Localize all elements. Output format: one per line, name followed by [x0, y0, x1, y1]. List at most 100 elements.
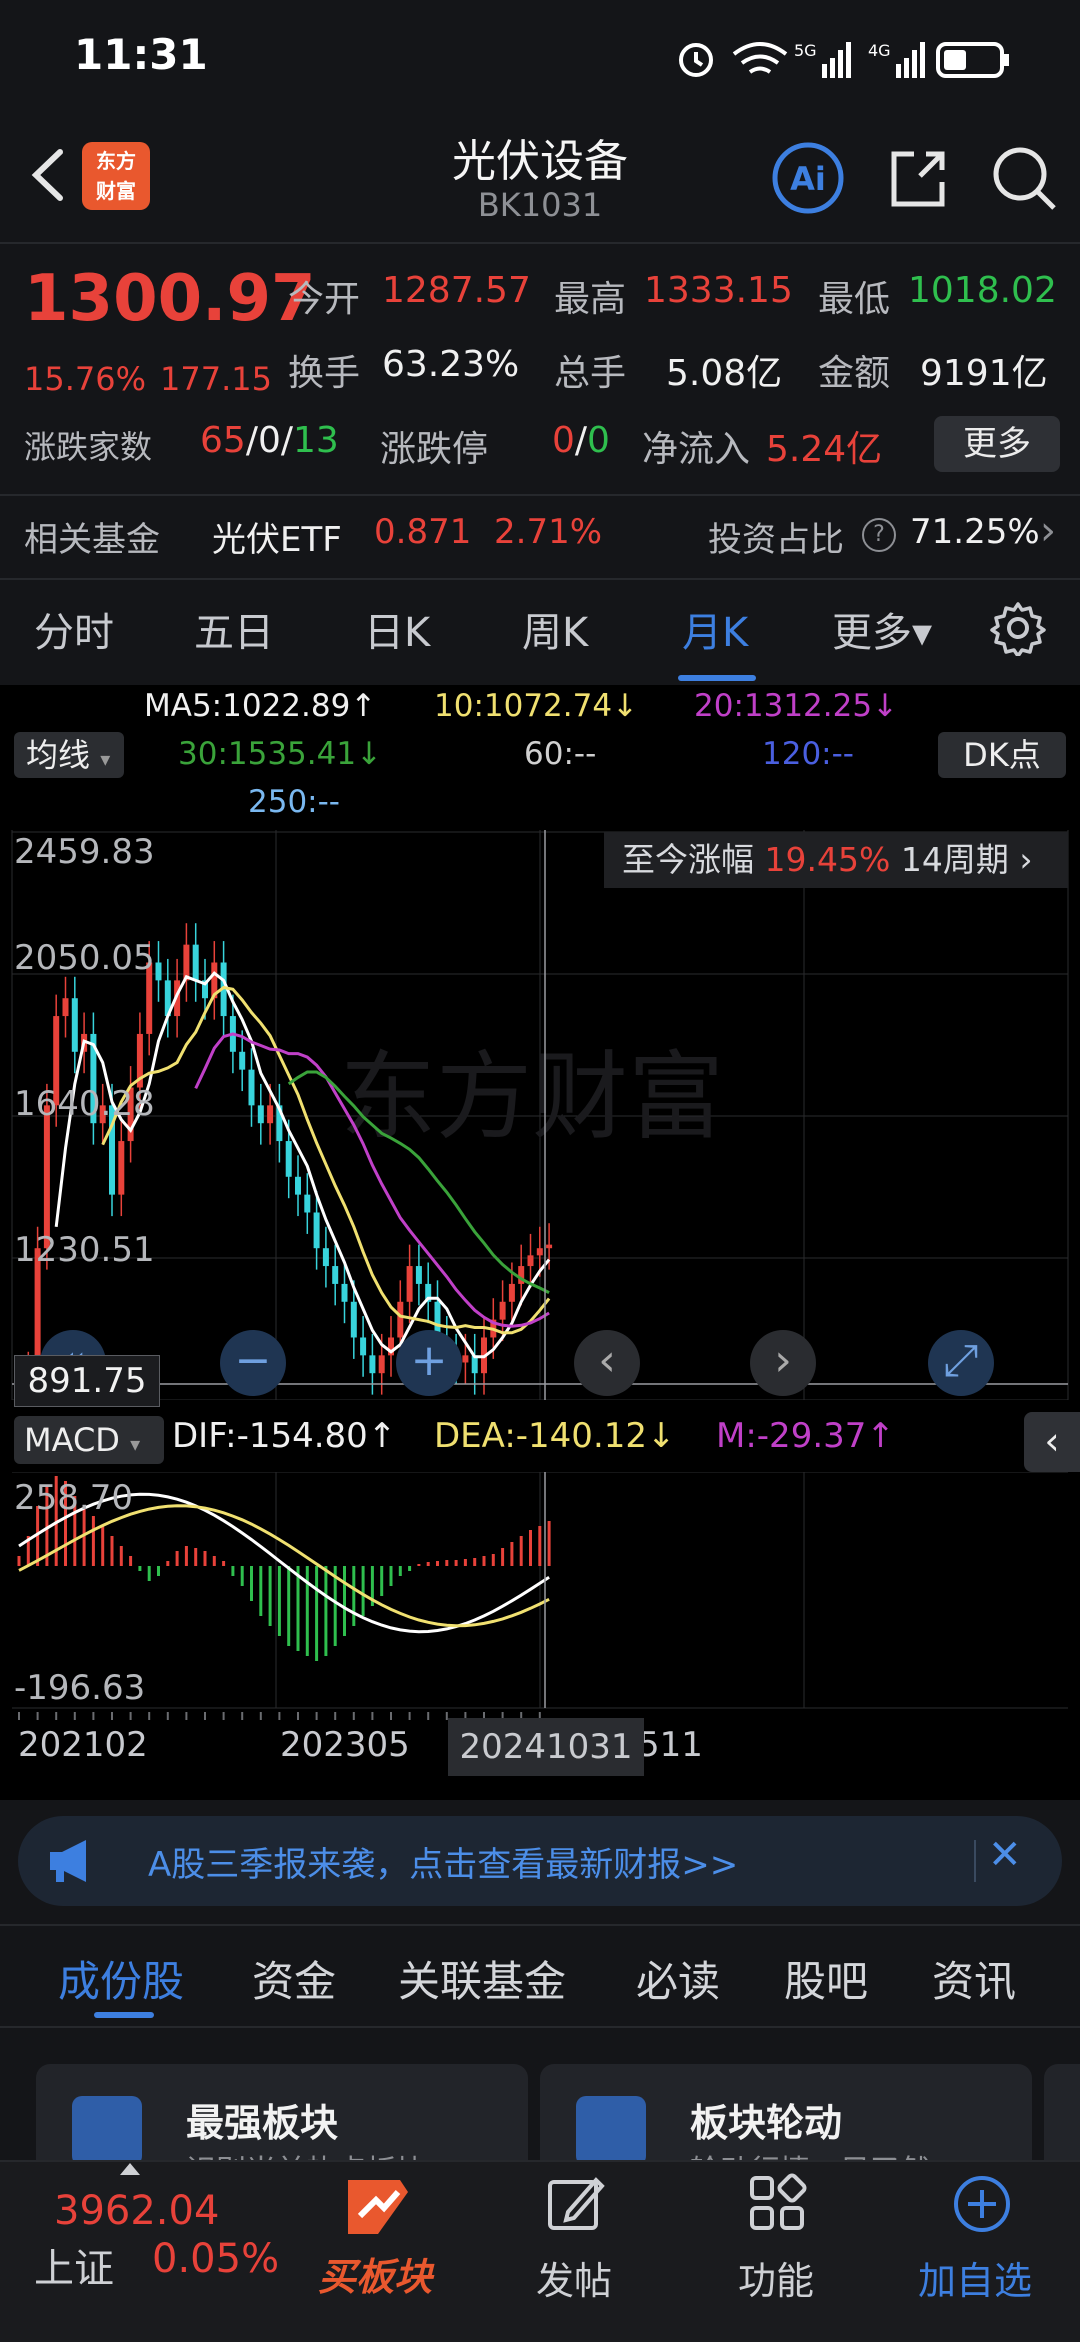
tab-daily-k[interactable]: 日K — [364, 600, 430, 658]
candle — [341, 1283, 348, 1302]
add-watchlist-icon[interactable] — [950, 2172, 1014, 2236]
tab-constituents[interactable]: 成份股 — [58, 1948, 184, 2009]
signal-4g-icon: 4G — [868, 41, 925, 78]
candle — [257, 1105, 264, 1124]
candle — [285, 1141, 292, 1177]
share-icon[interactable] — [880, 140, 956, 216]
limit-up: 0 — [552, 420, 575, 461]
candle — [248, 1069, 255, 1106]
search-icon[interactable] — [986, 140, 1062, 216]
since-change-box[interactable]: 至今涨幅 19.45% 14周期 › — [604, 832, 1068, 888]
index-name: 上证 — [34, 2246, 114, 2292]
flat-count: 0 — [257, 420, 281, 461]
help-icon[interactable]: ? — [862, 518, 896, 552]
kline-chart[interactable]: 东方财富 — [0, 830, 1080, 1400]
candles — [16, 923, 553, 1400]
candle — [118, 1141, 125, 1195]
candle — [304, 1194, 311, 1213]
wifi-icon — [732, 42, 788, 74]
tab-five-day[interactable]: 五日 — [194, 600, 274, 658]
related-fund-row[interactable]: 相关基金 光伏ETF 0.871 2.71% 投资占比 ? 71.25% › — [0, 496, 1080, 580]
post-label[interactable]: 发帖 — [536, 2250, 612, 2305]
status-bar: 11:31 5G 4G — [0, 0, 1080, 120]
ma60-value: 60:-- — [524, 736, 597, 772]
open-value: 1287.57 — [382, 270, 531, 311]
ai-button-icon[interactable]: Ai — [770, 140, 846, 216]
sector-code: BK1031 — [477, 186, 603, 224]
candle — [192, 944, 199, 981]
amount-label: 金额 — [818, 353, 891, 394]
macd-toggle[interactable]: MACD ▾ — [14, 1416, 164, 1464]
fund-price: 0.871 — [374, 512, 472, 552]
candle — [62, 998, 69, 1017]
close-banner-icon[interactable]: ✕ — [988, 1832, 1022, 1878]
app-logo[interactable]: 东方 财富 — [82, 142, 150, 210]
change-value: 177.15 — [160, 360, 272, 398]
function-label[interactable]: 功能 — [738, 2250, 814, 2305]
card-strongest-sector[interactable]: 最强板块 识别当前热点板块 — [36, 2064, 528, 2189]
buy-sector-label[interactable]: 买板块 — [318, 2246, 432, 2301]
candle — [462, 1355, 469, 1363]
turnover-value: 63.23% — [382, 344, 520, 385]
candle — [415, 1266, 422, 1284]
tab-weekly-k[interactable]: 周K — [522, 600, 588, 658]
open-label: 今开 — [288, 279, 361, 320]
tab-timeshare[interactable]: 分时 — [34, 600, 114, 658]
battery-icon — [936, 42, 1009, 78]
back-icon[interactable] — [22, 140, 72, 210]
ma-toggle[interactable]: 均线 ▾ — [14, 732, 124, 778]
scroll-right-icon[interactable]: › — [750, 1330, 816, 1396]
more-button[interactable]: 更多 — [934, 416, 1060, 472]
logo-text-1: 东方 — [96, 149, 136, 173]
alarm-icon — [679, 43, 713, 77]
macd-chart[interactable] — [0, 1472, 1080, 1712]
scroll-left-icon[interactable]: ‹ — [574, 1330, 640, 1396]
up-count: 65 — [200, 420, 246, 461]
tab-monthly-k[interactable]: 月K — [682, 600, 748, 658]
low-value: 1018.02 — [908, 270, 1057, 311]
dk-point-button[interactable]: DK点 — [938, 732, 1066, 778]
index-ticker[interactable]: 3962.04 上证 0.05% — [0, 2162, 290, 2338]
macd-dea: DEA:-140.12↓ — [434, 1416, 676, 1456]
ma20-value: 20:1312.25↓ — [694, 688, 899, 724]
watermark-text: 东方财富 — [340, 1041, 724, 1153]
banner-text[interactable]: A股三季报来袭，点击查看最新财报>> — [148, 1837, 738, 1886]
tab-capital[interactable]: 资金 — [252, 1948, 336, 2009]
x-tick-start: 202102 — [18, 1725, 148, 1765]
tab-news[interactable]: 资讯 — [932, 1948, 1016, 2009]
tab-must-read[interactable]: 必读 — [636, 1948, 720, 2009]
tab-related-funds[interactable]: 关联基金 — [398, 1948, 566, 2009]
macd-bottom-tick: -196.63 — [14, 1668, 146, 1708]
crosshair-date-tag: 20241031 — [448, 1718, 644, 1776]
card-sector-rotation[interactable]: 板块轮动 轮动行情一目了然 — [540, 2064, 1032, 2189]
candle — [360, 1337, 367, 1356]
fullscreen-icon[interactable]: ⤢ — [928, 1330, 994, 1396]
add-watchlist-label[interactable]: 加自选 — [918, 2250, 1032, 2305]
card-title-1: 最强板块 — [186, 2101, 339, 2145]
candle — [499, 1301, 506, 1320]
zoom-out-icon[interactable]: − — [220, 1330, 286, 1396]
candle — [295, 1176, 301, 1195]
collapse-panel-icon[interactable]: ‹ — [1024, 1412, 1080, 1472]
page-title: 光伏设备 — [452, 136, 628, 187]
limit-down: 0 — [587, 420, 610, 461]
high-label: 最高 — [554, 279, 627, 320]
ai-label: Ai — [790, 160, 826, 198]
ratio-value: 71.25% — [910, 512, 1040, 552]
bottom-tab-indicator — [94, 2012, 154, 2018]
breadth-values: 65/0/13 — [200, 420, 339, 461]
candle — [527, 1255, 534, 1267]
tab-more-periods[interactable]: 更多▾ — [832, 600, 932, 658]
since-chevron-icon: › — [1019, 840, 1033, 879]
tab-forum[interactable]: 股吧 — [784, 1948, 868, 2009]
section-divider — [0, 1924, 1080, 1926]
turnover-label: 换手 — [288, 353, 361, 394]
settings-gear-icon[interactable] — [990, 600, 1046, 656]
buy-sector-icon[interactable] — [338, 2172, 418, 2242]
candle — [267, 1105, 274, 1124]
ma5-line — [54, 971, 551, 1359]
function-grid-icon[interactable] — [746, 2172, 810, 2236]
sector-rotation-icon — [576, 2096, 646, 2166]
post-icon[interactable] — [544, 2172, 608, 2236]
zoom-in-icon[interactable]: + — [396, 1330, 462, 1396]
